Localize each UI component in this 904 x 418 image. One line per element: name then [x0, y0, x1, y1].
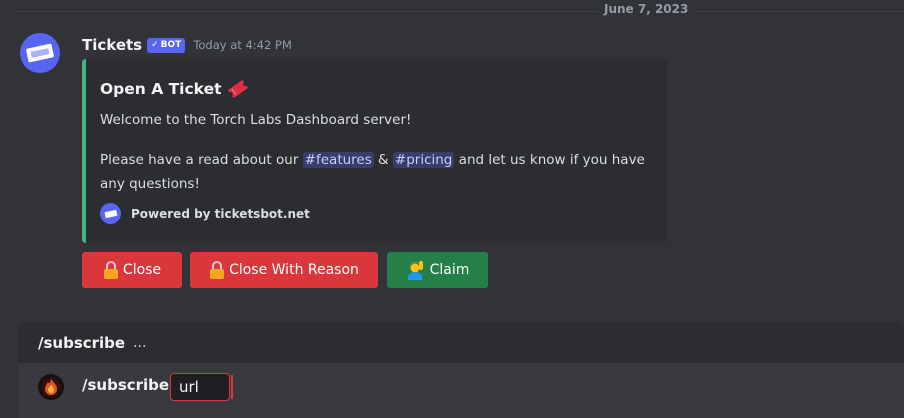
claim-button-label: Claim — [429, 262, 470, 278]
bot-tag: ✓ BOT — [147, 37, 186, 53]
close-button[interactable]: Close — [82, 252, 182, 288]
date-divider-label: June 7, 2023 — [598, 2, 695, 16]
embed-footer-text: Powered by ticketsbot.net — [131, 206, 310, 221]
person-raising-hand-icon — [407, 261, 423, 280]
close-with-reason-button[interactable]: Close With Reason — [190, 252, 378, 288]
user-avatar — [38, 374, 64, 400]
url-option-field[interactable]: url — [170, 373, 230, 401]
lock-icon — [210, 261, 225, 279]
embed-body-line-2: any questions! — [100, 176, 200, 192]
claim-button[interactable]: Claim — [387, 252, 488, 288]
ticket-embed: Open A Ticket Welcome to the Torch Labs … — [82, 59, 667, 243]
verified-check-icon: ✓ — [151, 39, 159, 50]
lock-icon — [103, 261, 118, 279]
embed-footer: Powered by ticketsbot.net — [100, 203, 310, 224]
footer-ticket-icon — [100, 203, 121, 224]
message-timestamp[interactable]: Today at 4:42 PM — [193, 38, 291, 52]
command-name: /subscribe — [38, 333, 126, 352]
embed-body-prefix: Please have a read about our — [100, 152, 303, 168]
channel-mention-features[interactable]: #features — [302, 152, 374, 168]
text-caret — [231, 375, 233, 399]
input-command-name: /subscribe — [82, 376, 170, 394]
command-preview-bar[interactable]: /subscribe ... — [18, 322, 904, 363]
bot-tag-label: BOT — [160, 39, 182, 50]
ticket-emoji-icon — [227, 80, 248, 98]
close-button-label: Close — [122, 262, 162, 278]
ticket-icon — [26, 43, 54, 63]
embed-title-text: Open A Ticket — [100, 80, 222, 98]
chat-view: June 7, 2023 Tickets ✓ BOT Today at 4:42… — [0, 0, 904, 418]
message-header: Tickets ✓ BOT Today at 4:42 PM — [82, 35, 292, 55]
flame-icon — [41, 377, 61, 397]
date-divider — [16, 11, 904, 12]
message-input[interactable]: /subscribe url — [18, 363, 904, 418]
bot-avatar[interactable] — [20, 33, 60, 73]
embed-body-suffix: and let us know if you have — [454, 152, 645, 168]
close-with-reason-button-label: Close With Reason — [229, 262, 359, 278]
username[interactable]: Tickets — [82, 36, 142, 54]
command-ellipsis: ... — [133, 334, 147, 351]
embed-body: Please have a read about our #features &… — [100, 148, 660, 196]
embed-welcome: Welcome to the Torch Labs Dashboard serv… — [100, 112, 412, 128]
channel-mention-pricing[interactable]: #pricing — [392, 152, 455, 168]
embed-body-ampersand: & — [373, 152, 393, 168]
embed-title: Open A Ticket — [100, 79, 249, 99]
